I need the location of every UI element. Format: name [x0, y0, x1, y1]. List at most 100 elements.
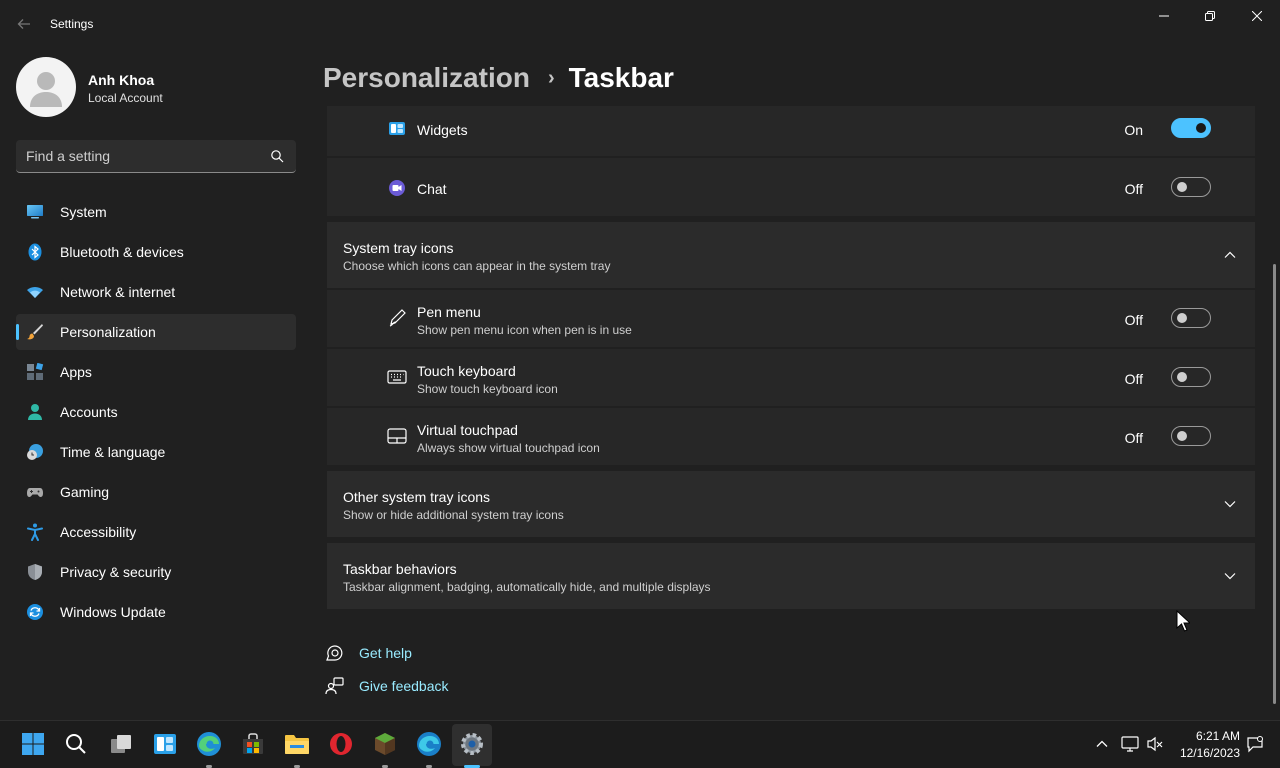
toggle-knob	[1177, 372, 1187, 382]
volume-tray-button[interactable]	[1142, 731, 1168, 757]
sidebar-item-privacy[interactable]: Privacy & security	[16, 554, 296, 590]
system-tray-description: Choose which icons can appear in the sys…	[343, 259, 611, 273]
toggle-knob	[1177, 313, 1187, 323]
give-feedback-link[interactable]: Give feedback	[359, 678, 449, 694]
account-type: Local Account	[88, 91, 163, 105]
widgets-toggle[interactable]	[1171, 118, 1211, 138]
touch-keyboard-row: Touch keyboard Show touch keyboard icon …	[327, 349, 1255, 406]
notification-icon	[1247, 736, 1263, 753]
feedback-icon	[325, 677, 344, 695]
touch-keyboard-label: Touch keyboard	[417, 363, 516, 379]
touch-keyboard-description: Show touch keyboard icon	[417, 382, 558, 396]
virtual-touchpad-description: Always show virtual touchpad icon	[417, 441, 600, 455]
get-help-link[interactable]: Get help	[359, 645, 412, 661]
sidebar-item-label: Time & language	[60, 444, 166, 460]
minimize-icon	[1159, 15, 1169, 17]
chat-state: Off	[1124, 181, 1143, 197]
app-title: Settings	[50, 17, 94, 31]
windows-logo-icon	[22, 733, 44, 755]
sidebar-item-network[interactable]: Network & internet	[16, 274, 296, 310]
scrollbar[interactable]	[1273, 264, 1276, 704]
touch-keyboard-toggle[interactable]	[1171, 367, 1211, 387]
widgets-button[interactable]	[152, 731, 178, 757]
start-button[interactable]	[20, 731, 46, 757]
file-explorer-button[interactable]	[284, 731, 310, 757]
sidebar-item-apps[interactable]: Apps	[16, 354, 296, 390]
show-hidden-icons-button[interactable]	[1089, 731, 1115, 757]
virtual-touchpad-label: Virtual touchpad	[417, 422, 518, 438]
sidebar-item-windows-update[interactable]: Windows Update	[16, 594, 296, 630]
sidebar-item-label: Apps	[60, 364, 92, 380]
accessibility-icon	[27, 523, 43, 541]
sidebar-item-system[interactable]: System	[16, 194, 296, 230]
sidebar: Anh Khoa Local Account System Bluetooth …	[0, 48, 312, 720]
taskbar-behaviors-description: Taskbar alignment, badging, automaticall…	[343, 580, 711, 594]
sidebar-item-gaming[interactable]: Gaming	[16, 474, 296, 510]
minecraft-button[interactable]	[372, 731, 398, 757]
folder-icon	[285, 735, 309, 754]
breadcrumb: Personalization › Taskbar	[323, 58, 674, 98]
chat-icon	[389, 180, 405, 196]
opera-icon	[330, 733, 352, 755]
chat-toggle[interactable]	[1171, 177, 1211, 197]
touchpad-icon	[387, 428, 407, 444]
chevron-up-icon[interactable]	[1223, 248, 1237, 262]
search-input[interactable]	[26, 147, 256, 165]
search-icon[interactable]	[270, 149, 284, 163]
touch-keyboard-state: Off	[1124, 371, 1143, 387]
sidebar-item-time-language[interactable]: Time & language	[16, 434, 296, 470]
clock-time[interactable]: 6:21 AM	[1172, 729, 1240, 743]
edge-icon	[197, 732, 221, 756]
store-button[interactable]	[240, 731, 266, 757]
clock-date[interactable]: 12/16/2023	[1172, 746, 1240, 760]
avatar[interactable]	[16, 57, 76, 117]
opera-button[interactable]	[328, 731, 354, 757]
network-tray-button[interactable]	[1117, 731, 1143, 757]
user-silhouette-icon	[30, 72, 62, 107]
back-arrow-icon	[17, 19, 30, 29]
sidebar-item-label: Accessibility	[60, 524, 137, 540]
chevron-down-icon[interactable]	[1223, 569, 1237, 583]
restore-button[interactable]	[1187, 0, 1233, 32]
task-view-button[interactable]	[108, 731, 134, 757]
chat-row: Chat Off	[327, 158, 1255, 216]
close-button[interactable]	[1234, 0, 1280, 32]
sidebar-item-accounts[interactable]: Accounts	[16, 394, 296, 430]
volume-muted-icon	[1147, 736, 1163, 752]
virtual-touchpad-toggle[interactable]	[1171, 426, 1211, 446]
back-button[interactable]	[12, 12, 36, 36]
get-help-icon	[326, 645, 343, 661]
notifications-button[interactable]	[1242, 731, 1268, 757]
edge-dev-button[interactable]	[416, 731, 442, 757]
page-title: Taskbar	[568, 62, 674, 93]
chevron-down-icon[interactable]	[1223, 497, 1237, 511]
monitor-icon	[27, 205, 43, 219]
network-icon	[1121, 736, 1139, 752]
toggle-knob	[1196, 123, 1206, 133]
pen-menu-label: Pen menu	[417, 304, 481, 320]
title-bar: Settings	[0, 0, 1280, 48]
pen-menu-state: Off	[1124, 312, 1143, 328]
edge-button[interactable]	[196, 731, 222, 757]
bluetooth-icon	[28, 243, 42, 261]
taskbar-search-button[interactable]	[63, 731, 89, 757]
taskbar-behaviors-section-header[interactable]: Taskbar behaviors Taskbar alignment, bad…	[327, 543, 1255, 609]
system-tray-title: System tray icons	[343, 240, 454, 256]
apps-icon	[27, 363, 44, 380]
search-icon	[66, 734, 86, 754]
system-tray-section-header[interactable]: System tray icons Choose which icons can…	[327, 222, 1255, 288]
pen-menu-toggle[interactable]	[1171, 308, 1211, 328]
close-icon	[1252, 11, 1262, 21]
minimize-button[interactable]	[1141, 0, 1187, 32]
other-tray-section-header[interactable]: Other system tray icons Show or hide add…	[327, 471, 1255, 537]
sidebar-item-personalization[interactable]: Personalization	[16, 314, 296, 350]
keyboard-icon	[387, 370, 407, 384]
settings-app-button[interactable]	[459, 731, 485, 757]
sidebar-item-bluetooth[interactable]: Bluetooth & devices	[16, 234, 296, 270]
search-box	[16, 140, 296, 173]
sidebar-item-accessibility[interactable]: Accessibility	[16, 514, 296, 550]
toggle-knob	[1177, 431, 1187, 441]
store-icon	[243, 733, 263, 754]
breadcrumb-parent[interactable]: Personalization	[323, 62, 530, 94]
brush-icon	[27, 324, 43, 340]
